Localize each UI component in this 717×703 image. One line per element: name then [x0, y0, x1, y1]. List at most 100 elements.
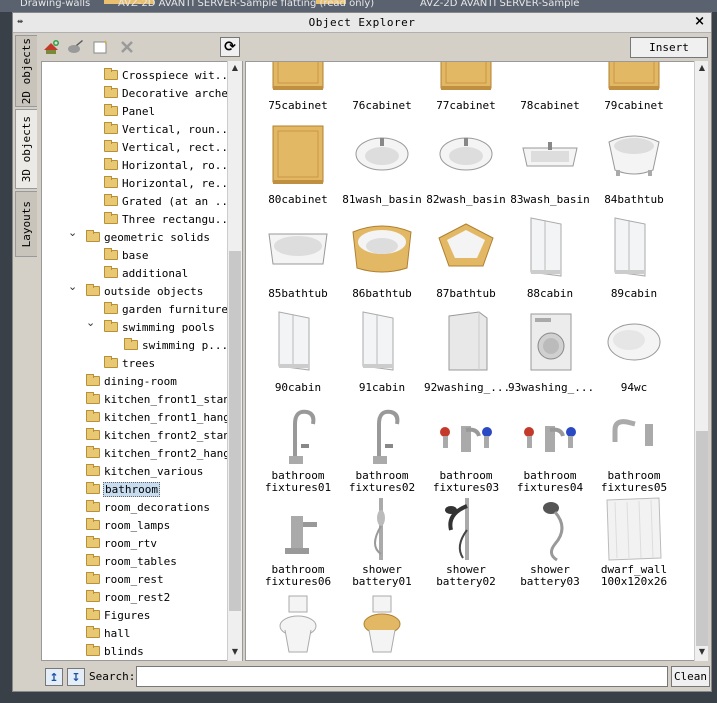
tree-item[interactable]: outside objects	[86, 282, 204, 300]
tree-item[interactable]: room_decorations	[86, 498, 211, 516]
category-tree[interactable]: Crosspiece wit... Decorative arches Panel V…	[41, 61, 243, 661]
object-tile[interactable]: wc03	[340, 588, 424, 660]
object-tile[interactable]: 92washing_...	[424, 306, 510, 400]
object-tile[interactable]: 85bathtub	[256, 212, 340, 306]
scroll-up-icon[interactable]: ▲	[696, 63, 708, 75]
tree-item[interactable]: Vertical, roun...	[104, 120, 236, 138]
tree-item[interactable]: dining-room	[86, 372, 178, 390]
object-tile[interactable]: bathroom fixtures01	[256, 400, 340, 494]
tree-item[interactable]: Panel	[104, 102, 156, 120]
tree-item[interactable]: hall	[86, 624, 132, 642]
tree-item[interactable]: bathroom	[86, 480, 160, 498]
object-tile[interactable]: dwarf_wall 100x120x26	[592, 494, 676, 588]
object-tile[interactable]: bathroom fixtures05	[592, 400, 676, 494]
object-tile[interactable]: 79cabinet	[592, 62, 676, 118]
object-tile[interactable]: 91cabin	[340, 306, 424, 400]
object-tile[interactable]: 77cabinet	[424, 62, 508, 118]
tab-2d-objects[interactable]: 2D objects	[15, 35, 37, 107]
object-tile[interactable]: 93washing_...	[508, 306, 594, 400]
object-tile[interactable]: 84bathtub	[592, 118, 676, 212]
window-title: Object Explorer	[308, 16, 416, 29]
tree-item[interactable]: Crosspiece wit...	[104, 66, 236, 84]
object-tile[interactable]: 94wc	[592, 306, 676, 400]
object-tile[interactable]: bathroom fixtures03	[424, 400, 508, 494]
tree-item[interactable]: room_rest	[86, 570, 165, 588]
move-down-button[interactable]: ↧	[67, 668, 85, 686]
object-tile[interactable]: 88cabin	[508, 212, 592, 306]
tree-item-label: geometric solids	[104, 230, 210, 244]
object-tile[interactable]: 90cabin	[256, 306, 340, 400]
close-icon[interactable]: ×	[694, 14, 705, 29]
move-up-button[interactable]: ↥	[45, 668, 63, 686]
tree-item[interactable]	[86, 660, 105, 661]
tree-item[interactable]: swimming p...	[124, 336, 229, 354]
object-tile[interactable]: 89cabin	[592, 212, 676, 306]
object-tile[interactable]: 82wash_basin	[424, 118, 508, 212]
object-tile[interactable]: bathroom fixtures06	[256, 494, 340, 588]
tree-item[interactable]: room_rest2	[86, 588, 171, 606]
expand-chevron-icon[interactable]: ⌄	[86, 316, 95, 329]
tree-item[interactable]: Vertical, rect...	[104, 138, 236, 156]
tree-item[interactable]: kitchen_various	[86, 462, 204, 480]
tree-item[interactable]: kitchen_front2_hang	[86, 444, 231, 462]
tree-scrollbar[interactable]: ▲ ▼	[227, 61, 242, 661]
tree-item[interactable]: room_lamps	[86, 516, 171, 534]
tree-item[interactable]: Figures	[86, 606, 151, 624]
tab-3d-objects[interactable]: 3D objects	[15, 109, 37, 189]
tab-layouts[interactable]: Layouts	[15, 191, 37, 257]
expand-chevron-icon[interactable]: ⌄	[68, 226, 77, 239]
object-caption: shower battery03	[520, 563, 580, 588]
object-explorer-window: ⇹ Object Explorer × 2D objects 3D object…	[12, 12, 712, 692]
object-tile[interactable]: 81wash_basin	[340, 118, 424, 212]
new-folder-button[interactable]	[91, 37, 111, 57]
tree-item[interactable]: blinds	[86, 642, 145, 660]
edit-object-button[interactable]	[65, 37, 85, 57]
tree-item[interactable]: kitchen_front2_stand	[86, 426, 237, 444]
tree-item[interactable]: base	[104, 246, 150, 264]
tree-item[interactable]: trees	[104, 354, 156, 372]
object-tile[interactable]: 80cabinet	[256, 118, 340, 212]
tree-item[interactable]: Grated (at an ...	[104, 192, 236, 210]
object-tile[interactable]: 86bathtub	[340, 212, 424, 306]
tree-item[interactable]: room_tables	[86, 552, 178, 570]
tree-item-label: room_rest	[104, 572, 164, 586]
object-tile[interactable]: bathroom fixtures04	[508, 400, 592, 494]
add-object-button[interactable]	[41, 37, 61, 57]
object-tile[interactable]: bathroom fixtures02	[340, 400, 424, 494]
object-tile[interactable]: 83wash_basin	[508, 118, 592, 212]
refresh-button[interactable]: ⟳	[220, 37, 240, 57]
object-tile[interactable]: shower battery02	[424, 494, 508, 588]
tree-item[interactable]: Decorative arches	[104, 84, 236, 102]
insert-button[interactable]: Insert	[630, 37, 708, 58]
object-tile[interactable]: 75cabinet	[256, 62, 340, 118]
scroll-up-icon[interactable]: ▲	[229, 63, 241, 75]
clean-button[interactable]: Clean	[671, 666, 710, 687]
tree-item[interactable]: kitchen_front1_stand	[86, 390, 237, 408]
scroll-down-icon[interactable]: ▼	[229, 647, 241, 659]
grid-scroll-thumb[interactable]	[696, 431, 708, 646]
tree-item[interactable]: swimming pools	[104, 318, 216, 336]
object-tile[interactable]: shower battery01	[340, 494, 424, 588]
tree-item[interactable]: additional	[104, 264, 189, 282]
scroll-down-icon[interactable]: ▼	[696, 647, 708, 659]
object-tile[interactable]: 87bathtub	[424, 212, 508, 306]
move-down-icon: ↧	[71, 670, 81, 684]
tree-item[interactable]: geometric solids	[86, 228, 211, 246]
tree-item-label: room_rtv	[104, 536, 157, 550]
expand-chevron-icon[interactable]: ⌄	[68, 280, 77, 293]
object-tile[interactable]: wc02	[256, 588, 340, 660]
search-input[interactable]	[136, 666, 668, 687]
grid-scrollbar[interactable]: ▲ ▼	[694, 61, 708, 661]
object-tile[interactable]: 78cabinet	[508, 62, 592, 118]
tree-item[interactable]: Horizontal, re...	[104, 174, 236, 192]
object-caption: bathroom fixtures01	[264, 469, 332, 494]
object-tile[interactable]: shower battery03	[508, 494, 592, 588]
tree-item[interactable]: Horizontal, ro...	[104, 156, 236, 174]
object-tile[interactable]: 76cabinet	[340, 62, 424, 118]
tree-item[interactable]: kitchen_front1_hang	[86, 408, 231, 426]
tree-item[interactable]: room_rtv	[86, 534, 158, 552]
tree-item[interactable]: garden furniture	[104, 300, 229, 318]
delete-button[interactable]	[117, 37, 137, 57]
tree-item[interactable]: Three rectangu...	[104, 210, 236, 228]
tree-scroll-thumb[interactable]	[229, 251, 241, 611]
